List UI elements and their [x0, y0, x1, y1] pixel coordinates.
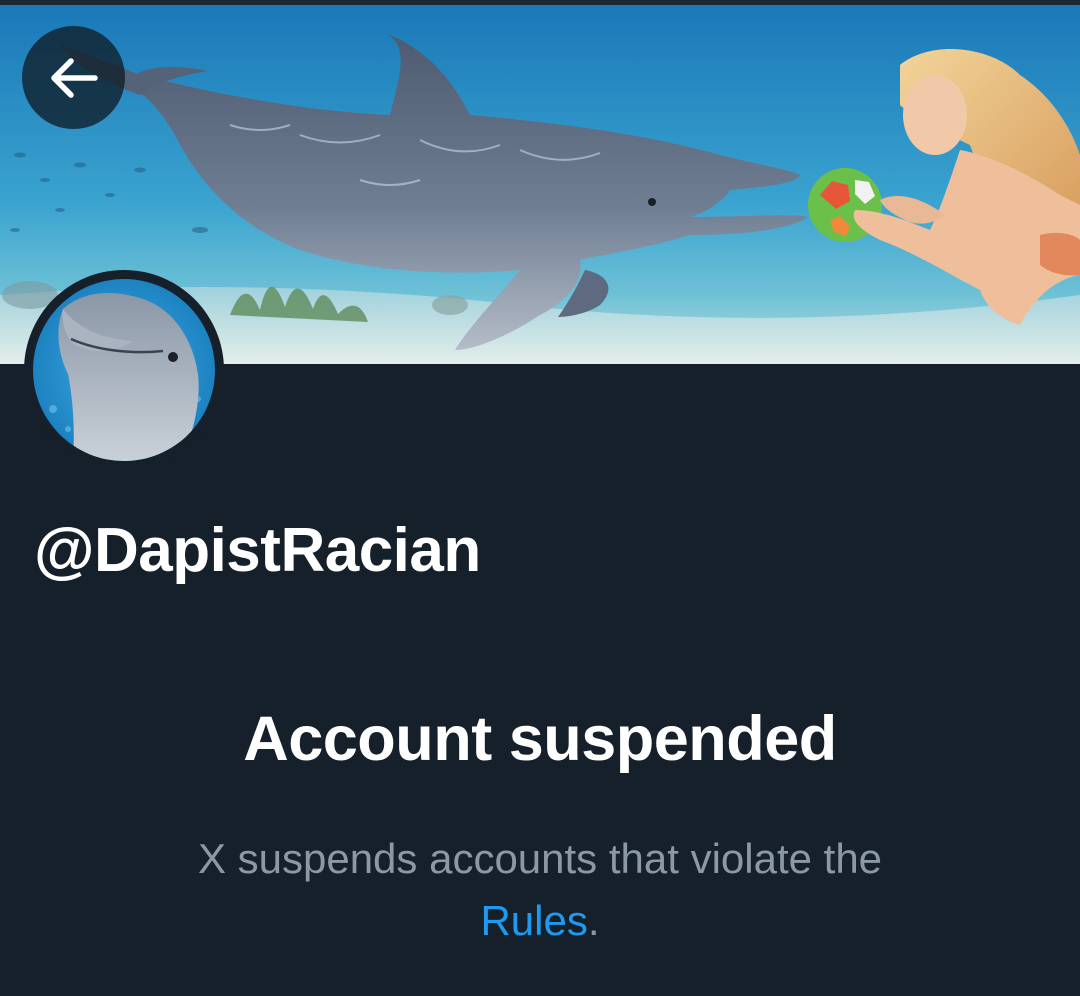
- suspended-message: X suspends accounts that violate the Rule…: [100, 828, 980, 952]
- profile-handle: @DapistRacian: [34, 516, 481, 585]
- back-button[interactable]: [22, 26, 125, 129]
- profile-page: @DapistRacian Account suspended X suspen…: [0, 0, 1080, 996]
- dolphin-portrait-image: [33, 279, 215, 461]
- avatar[interactable]: [24, 270, 224, 470]
- suspended-title: Account suspended: [243, 704, 837, 774]
- arrow-left-icon: [50, 57, 98, 98]
- rules-link[interactable]: Rules: [480, 897, 587, 944]
- message-period: .: [587, 897, 600, 944]
- avatar-image: [33, 279, 215, 461]
- message-text: X suspends accounts that violate the: [197, 835, 883, 882]
